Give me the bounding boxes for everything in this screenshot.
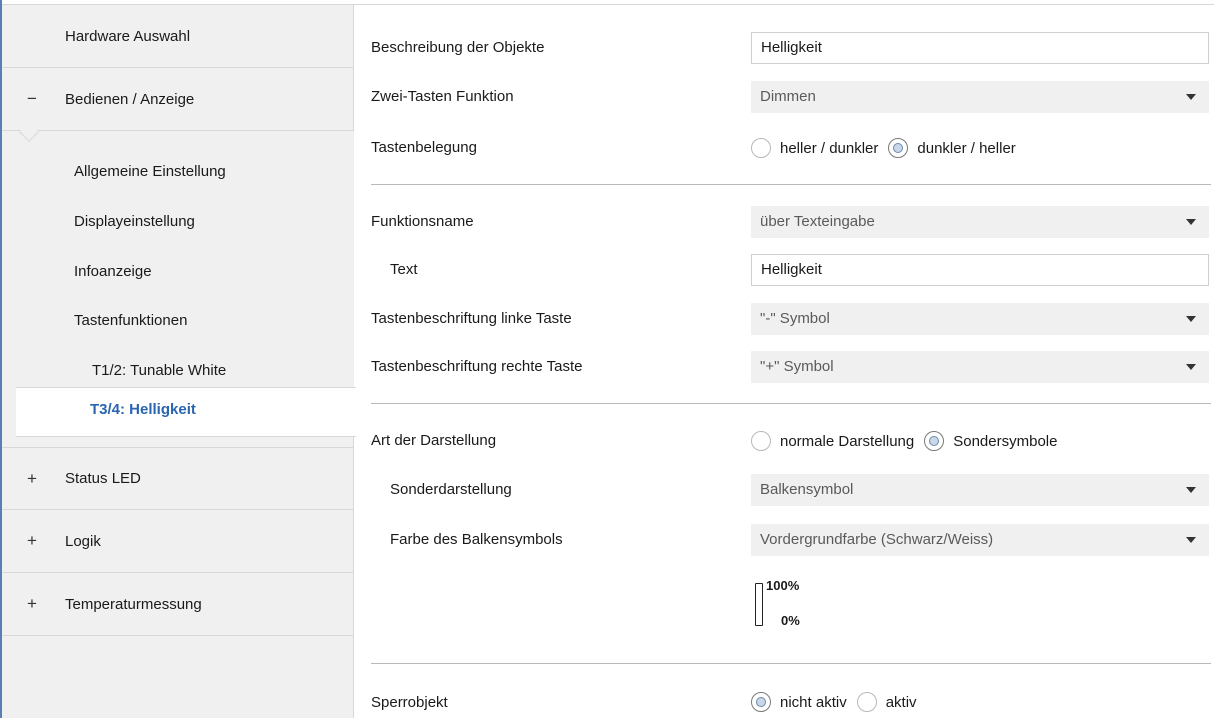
tastenbelegung-radio-group: heller / dunkler dunkler / heller <box>751 136 1026 160</box>
chevron-down-icon <box>1186 487 1196 493</box>
beschreibung-input[interactable]: Helligkeit <box>751 32 1209 64</box>
tastenbelegung-option-heller[interactable]: heller / dunkler <box>751 138 878 158</box>
tastenbelegung-option-dunkler[interactable]: dunkler / heller <box>888 138 1016 158</box>
text-input[interactable]: Helligkeit <box>751 254 1209 286</box>
rechte-taste-select[interactable]: "+" Symbol <box>751 351 1209 383</box>
farbe-select[interactable]: Vordergrundfarbe (Schwarz/Weiss) <box>751 524 1209 556</box>
radio-label: normale Darstellung <box>780 432 915 450</box>
sidebar-subitem-displayeinstellung[interactable]: Displayeinstellung <box>74 210 195 234</box>
chevron-down-icon <box>1186 219 1196 225</box>
chevron-down-icon <box>1186 94 1196 100</box>
sonderdarstellung-select[interactable]: Balkensymbol <box>751 474 1209 506</box>
selected-item-label: T3/4: Helligkeit <box>90 401 196 418</box>
rechte-taste-value: "+" Symbol <box>760 358 834 375</box>
linke-taste-value: "-" Symbol <box>760 310 830 327</box>
chevron-down-icon <box>1186 316 1196 322</box>
sidebar-item-label: Logik <box>65 532 101 550</box>
zwei-tasten-label: Zwei-Tasten Funktion <box>371 88 514 105</box>
section-divider <box>371 403 1211 404</box>
sidebar-item-logik[interactable]: + Logik <box>2 510 354 573</box>
rechte-taste-label: Tastenbeschriftung rechte Taste <box>371 358 583 375</box>
funktionsname-label: Funktionsname <box>371 213 474 230</box>
darstellung-label: Art der Darstellung <box>371 432 497 449</box>
sidebar-subitem-allgemeine-einstellung[interactable]: Allgemeine Einstellung <box>74 160 226 184</box>
zwei-tasten-select[interactable]: Dimmen <box>751 81 1209 113</box>
radio-off-icon[interactable] <box>751 138 771 158</box>
zwei-tasten-value: Dimmen <box>760 88 816 105</box>
sidebar-item-bedienen-anzeige[interactable]: − Bedienen / Anzeige <box>2 68 354 131</box>
section-divider <box>371 663 1211 664</box>
radio-label: Sondersymbole <box>953 432 1058 450</box>
sperrobjekt-radio-group: nicht aktiv aktiv <box>751 690 927 714</box>
sidebar-subitem-tastenfunktionen[interactable]: Tastenfunktionen <box>74 309 187 333</box>
bar-preview-top-label: 100% <box>766 578 800 593</box>
sidebar-item-hardware-auswahl[interactable]: Hardware Auswahl <box>2 5 354 68</box>
radio-label: heller / dunkler <box>780 139 879 157</box>
radio-on-icon[interactable] <box>924 431 945 451</box>
sperrobjekt-label: Sperrobjekt <box>371 694 448 711</box>
collapse-icon[interactable]: − <box>24 89 40 109</box>
sidebar-item-label: Temperaturmessung <box>65 595 202 613</box>
radio-off-icon[interactable] <box>856 692 877 712</box>
chevron-down-icon <box>1186 537 1196 543</box>
sidebar-item-label: Hardware Auswahl <box>65 27 191 45</box>
chevron-down-icon <box>1186 364 1196 370</box>
darstellung-option-sondersymbole[interactable]: Sondersymbole <box>924 431 1057 451</box>
radio-on-icon[interactable] <box>888 138 909 158</box>
sidebar-subitem-infoanzeige[interactable]: Infoanzeige <box>74 260 152 284</box>
expand-icon[interactable]: + <box>24 531 40 551</box>
sonderdarstellung-value: Balkensymbol <box>760 481 854 498</box>
bar-preview-bottom-label: 0% <box>781 613 800 628</box>
radio-label: dunkler / heller <box>917 139 1016 157</box>
funktionsname-select[interactable]: über Texteingabe <box>751 206 1209 238</box>
radio-off-icon[interactable] <box>751 431 771 451</box>
beschreibung-label: Beschreibung der Objekte <box>371 39 545 56</box>
farbe-label: Farbe des Balkensymbols <box>390 531 563 548</box>
sidebar-subitem-t1-2[interactable]: T1/2: Tunable White <box>92 359 226 383</box>
farbe-value: Vordergrundfarbe (Schwarz/Weiss) <box>760 531 994 548</box>
radio-label: aktiv <box>885 693 917 711</box>
sidebar-subitem-t3-4-selected[interactable]: T3/4: Helligkeit <box>16 387 356 437</box>
radio-on-icon[interactable] <box>751 692 771 712</box>
sperrobjekt-option-nicht-aktiv[interactable]: nicht aktiv <box>751 692 847 712</box>
sidebar-item-status-led[interactable]: + Status LED <box>2 447 354 510</box>
expand-icon[interactable]: + <box>24 469 40 489</box>
sidebar-item-label: Status LED <box>65 470 141 487</box>
sidebar: Hardware Auswahl − Bedienen / Anzeige Al… <box>2 5 356 718</box>
darstellung-radio-group: normale Darstellung Sondersymbole <box>751 429 1067 453</box>
linke-taste-select[interactable]: "-" Symbol <box>751 303 1209 335</box>
darstellung-option-normal[interactable]: normale Darstellung <box>751 431 914 451</box>
radio-label: nicht aktiv <box>780 693 847 711</box>
section-divider <box>371 184 1211 185</box>
expand-icon[interactable]: + <box>24 594 40 614</box>
linke-taste-label: Tastenbeschriftung linke Taste <box>371 310 572 327</box>
sidebar-item-label: Bedienen / Anzeige <box>65 90 195 108</box>
tastenbelegung-label: Tastenbelegung <box>371 139 477 156</box>
text-label: Text <box>390 261 418 278</box>
funktionsname-value: über Texteingabe <box>760 213 875 230</box>
sonderdarstellung-label: Sonderdarstellung <box>390 481 512 498</box>
sidebar-item-temperaturmessung[interactable]: + Temperaturmessung <box>2 573 354 636</box>
sperrobjekt-option-aktiv[interactable]: aktiv <box>856 692 917 712</box>
bar-symbol-icon <box>755 583 763 626</box>
